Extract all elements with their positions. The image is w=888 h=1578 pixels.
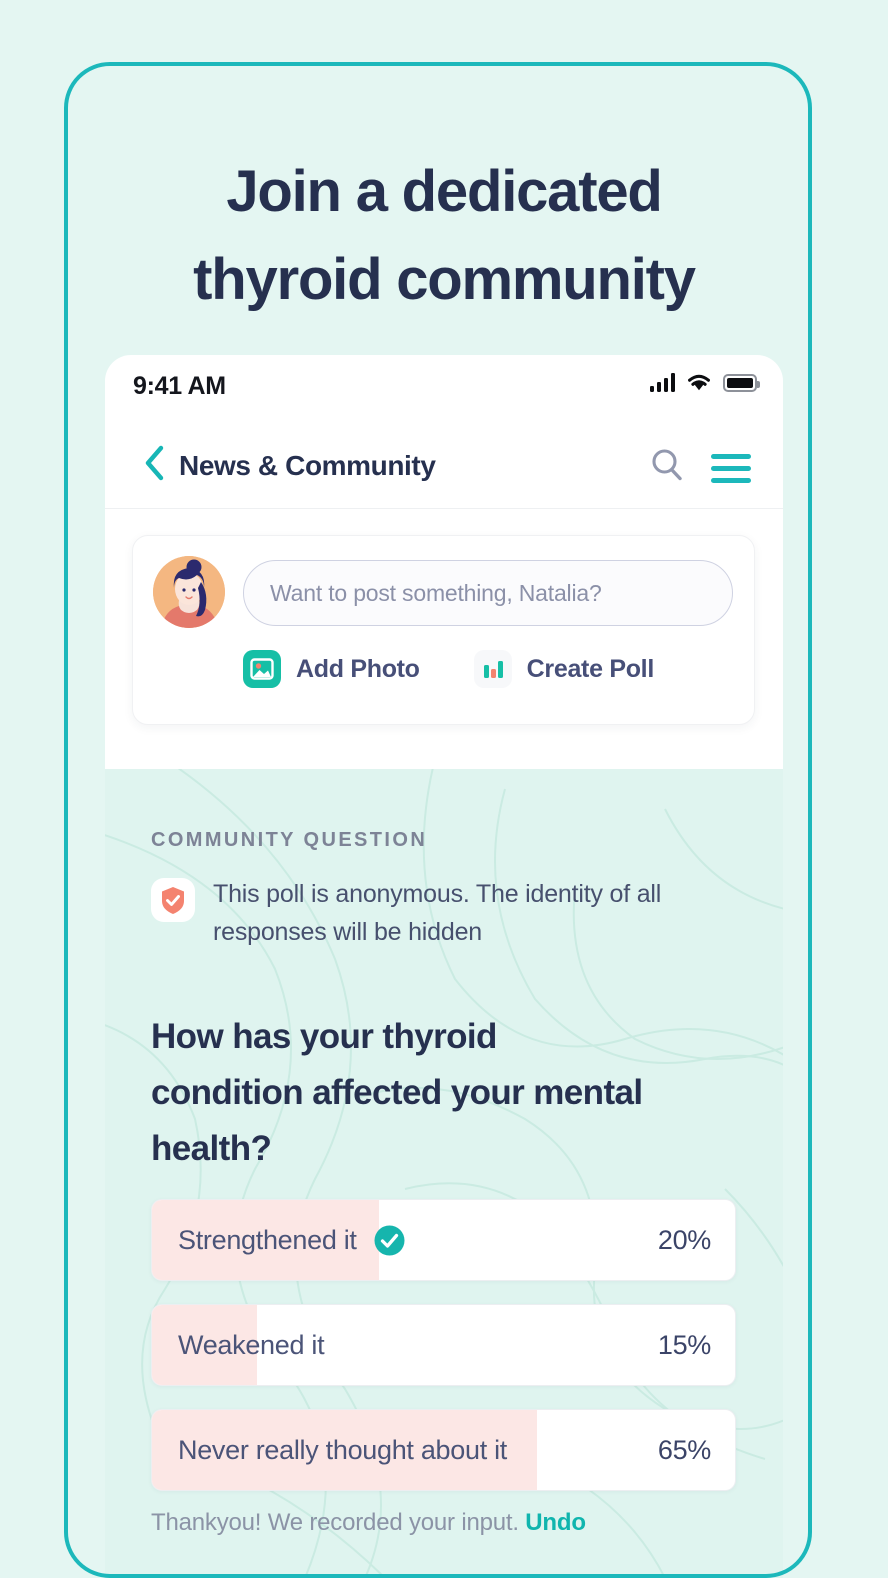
poll-footer-text: Thankyou! We recorded your input. <box>151 1509 519 1536</box>
poll-option-row[interactable]: Weakened it 15% <box>151 1304 736 1386</box>
post-input[interactable]: Want to post something, Natalia? <box>243 560 733 626</box>
poll-option-row[interactable]: Never really thought about it 65% <box>151 1409 736 1491</box>
user-avatar[interactable] <box>153 556 225 628</box>
status-icons <box>649 373 760 392</box>
poll-options-list: Strengthened it 20% Weakened it 15% Neve… <box>151 1199 736 1514</box>
composer-section: Want to post something, Natalia? Add Pho… <box>105 509 783 769</box>
poll-option-label: Never really thought about it <box>178 1434 507 1465</box>
image-icon <box>243 650 281 688</box>
wifi-icon <box>688 374 710 391</box>
create-poll-label: Create Poll <box>526 654 655 683</box>
poll-footer: Thankyou! We recorded your input. Undo <box>151 1509 586 1537</box>
anonymity-notice: This poll is anonymous. The identity of … <box>151 875 731 951</box>
composer-actions: Add Photo Create Poll <box>243 650 654 688</box>
poll-option-label: Weakened it <box>178 1329 325 1360</box>
page-title: Join a dedicated thyroid community <box>0 148 888 324</box>
chevron-left-icon[interactable] <box>143 445 165 481</box>
nav-bar: News & Community <box>105 417 783 509</box>
composer-card: Want to post something, Natalia? Add Pho… <box>132 535 755 725</box>
status-time: 9:41 AM <box>133 372 226 400</box>
hamburger-menu-icon[interactable] <box>711 454 751 483</box>
create-poll-button[interactable]: Create Poll <box>473 650 655 688</box>
status-bar: 9:41 AM <box>105 355 783 417</box>
poll-question: How has your thyroid condition affected … <box>151 1017 643 1168</box>
nav-title: News & Community <box>179 450 436 481</box>
poll-option-percent: 20% <box>657 1224 711 1255</box>
headline-line-2: thyroid community <box>193 247 696 313</box>
undo-link[interactable]: Undo <box>525 1509 586 1536</box>
poll-option-percent: 15% <box>657 1329 711 1360</box>
poll-option-row[interactable]: Strengthened it 20% <box>151 1199 736 1281</box>
poll-option-label: Strengthened it <box>178 1224 357 1255</box>
search-icon[interactable] <box>649 447 685 483</box>
check-circle-icon <box>373 1224 406 1257</box>
anonymity-text: This poll is anonymous. The identity of … <box>213 880 662 946</box>
poll-section: COMMUNITY QUESTION This poll is anonymou… <box>105 769 783 1578</box>
section-label: COMMUNITY QUESTION <box>151 829 428 851</box>
add-photo-label: Add Photo <box>296 654 420 683</box>
battery-icon <box>723 373 760 392</box>
phone-screen: 9:41 AM News & Community Want to post so… <box>105 355 783 1578</box>
bar-chart-icon <box>473 650 512 688</box>
poll-option-percent: 65% <box>657 1434 711 1465</box>
add-photo-button[interactable]: Add Photo <box>243 650 420 688</box>
signal-bars-icon <box>649 373 675 392</box>
shield-check-icon <box>151 878 195 922</box>
headline-line-1: Join a dedicated <box>226 159 662 224</box>
